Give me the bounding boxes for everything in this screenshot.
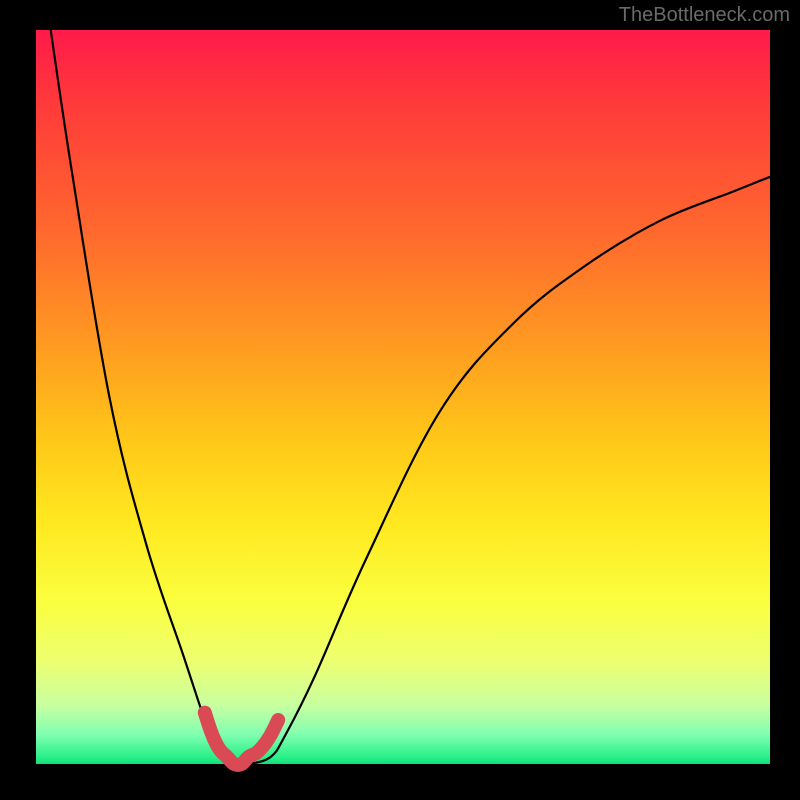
chart-svg: [36, 30, 770, 764]
watermark-text: TheBottleneck.com: [619, 4, 790, 27]
minimum-highlight-line: [205, 713, 278, 765]
bottleneck-curve-line: [51, 30, 770, 765]
